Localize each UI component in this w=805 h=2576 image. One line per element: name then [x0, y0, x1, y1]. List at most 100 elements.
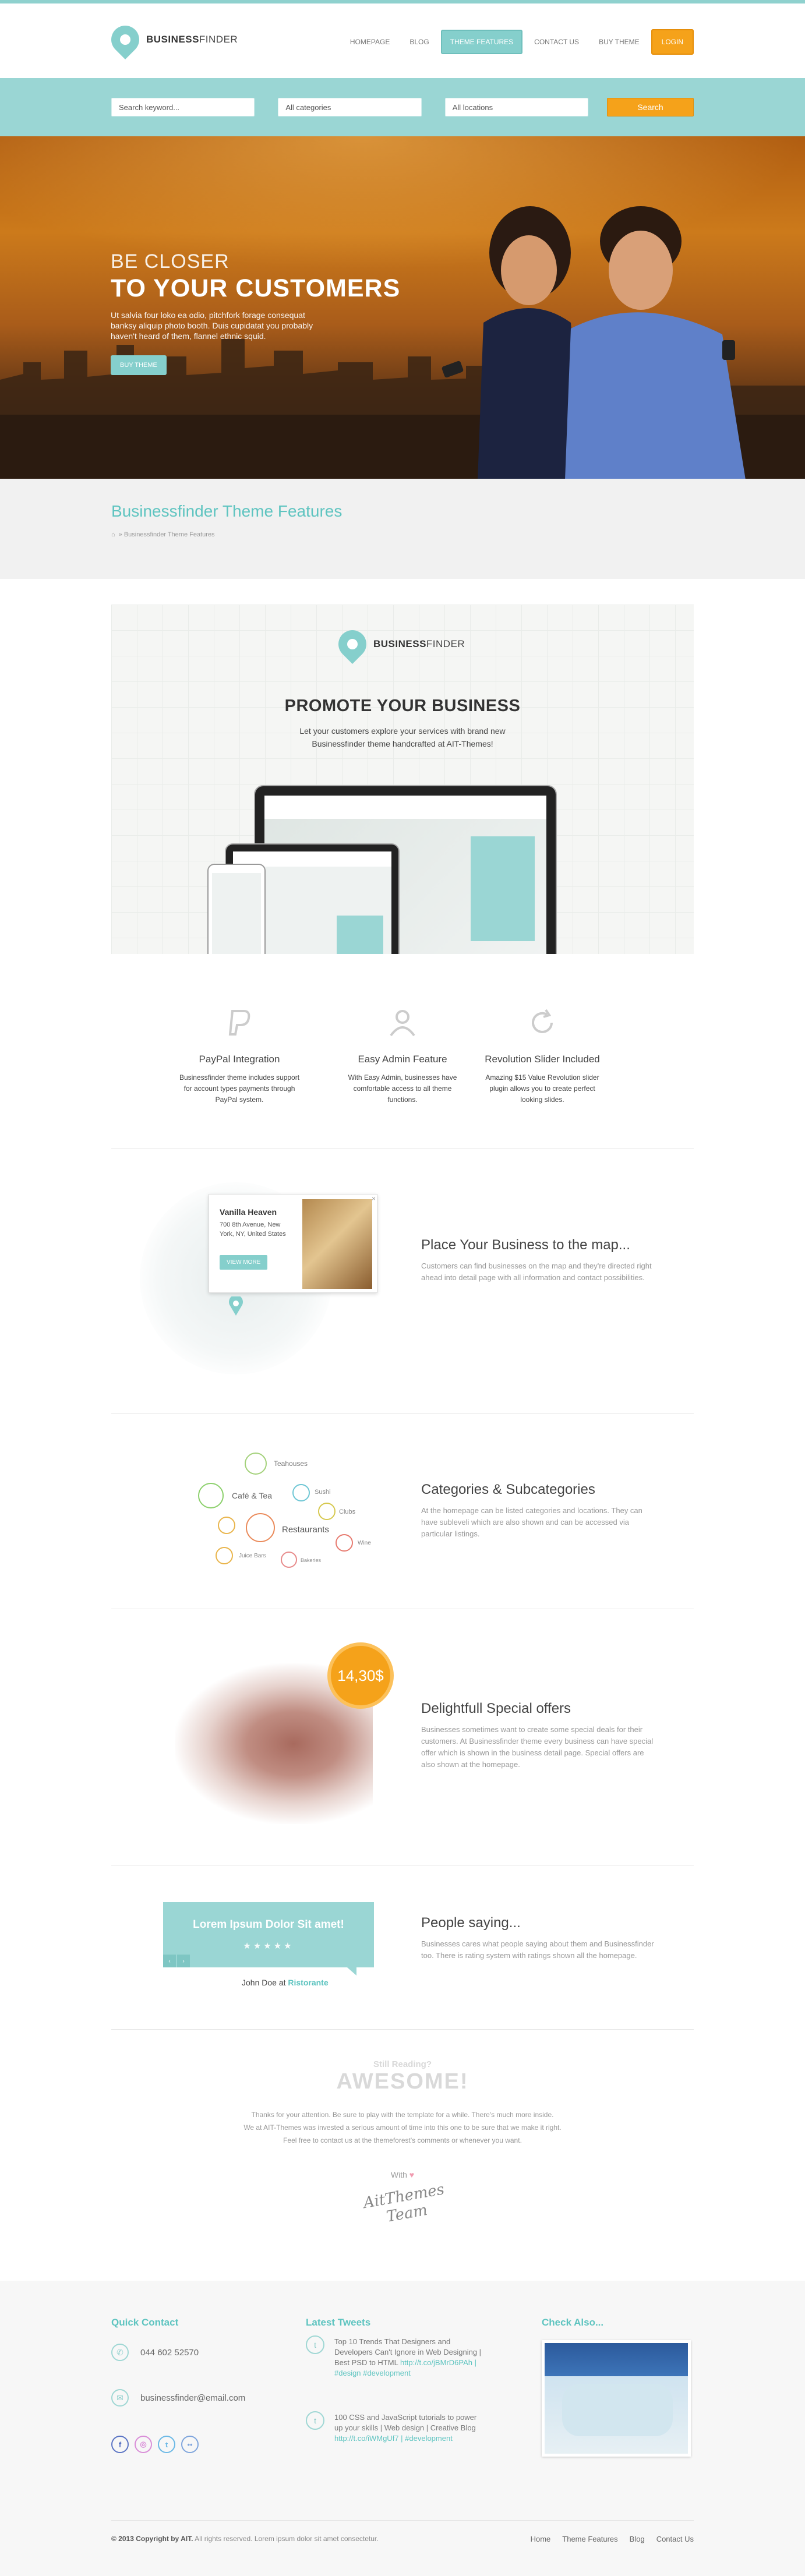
testimonial-quote: Lorem Ipsum Dolor Sit amet! — [193, 1918, 344, 1931]
footer-link-home[interactable]: Home — [531, 2535, 551, 2543]
offers-section: Delightfull Special offers Businesses so… — [421, 1701, 654, 1771]
site-footer: Quick Contact ✆ 044 602 52570 ✉ business… — [0, 2281, 805, 2576]
footer-divider — [111, 2520, 694, 2521]
category-sushi[interactable]: Sushi — [315, 1489, 331, 1496]
teahouse-icon — [245, 1453, 267, 1475]
juice-bar-icon — [216, 1547, 233, 1564]
map-popup: Vanilla Heaven 700 8th Avenue, New York,… — [209, 1194, 377, 1293]
site-logo[interactable]: BUSINESSFINDER — [105, 20, 238, 59]
category-wine[interactable]: Wine — [358, 1540, 371, 1546]
paypal-icon — [228, 1010, 250, 1036]
categories-section-title: Categories & Subcategories — [421, 1482, 595, 1497]
nav-blog[interactable]: BLOG — [401, 31, 437, 53]
tweet-2-link[interactable]: http://t.co/iWMgUf7 — [334, 2434, 399, 2443]
copyright-bold: © 2013 Copyright by AIT. — [111, 2535, 193, 2543]
social-links: f ◎ t •• — [111, 2436, 199, 2453]
main-nav: HOMEPAGE BLOG THEME FEATURES CONTACT US … — [342, 29, 694, 55]
quote-tail — [347, 1967, 356, 1976]
feature-paypal: PayPal Integration Businessfinder theme … — [175, 1006, 303, 1105]
check-also-thumbnail[interactable] — [542, 2340, 691, 2457]
footer-link-blog[interactable]: Blog — [630, 2535, 645, 2543]
category-cafe[interactable]: Café & Tea — [232, 1491, 272, 1500]
nav-buy-theme[interactable]: BUY THEME — [591, 31, 648, 53]
thanks-line: Thanks for your attention. Be sure to pl… — [251, 2111, 554, 2119]
popup-view-more-button[interactable]: VIEW MORE — [220, 1255, 268, 1270]
breadcrumb: ⌂ » Businessfinder Theme Features — [111, 531, 215, 538]
promo-logo: BUSINESSFINDER — [333, 624, 465, 664]
tweet-2-text: 100 CSS and JavaScript tutorials to powe… — [334, 2413, 477, 2432]
tweet-1-link[interactable]: http://t.co/jBMrD6PAh — [400, 2358, 472, 2367]
people-section-title: People saying... — [421, 1915, 521, 1931]
home-icon[interactable]: ⌂ — [111, 531, 115, 538]
signature: AitThemes Team — [362, 2181, 446, 2226]
flickr-icon[interactable]: •• — [181, 2436, 199, 2453]
hero-description: Ut salvia four loko ea odio, pitchfork f… — [111, 310, 313, 341]
author-place-link[interactable]: Ristorante — [288, 1978, 328, 1987]
page-title-band: Businessfinder Theme Features ⌂ » Busine… — [0, 479, 805, 579]
hero-line-1: BE CLOSER — [111, 250, 230, 273]
page-title: Businessfinder Theme Features — [111, 502, 343, 520]
prev-arrow-icon[interactable]: ‹ — [163, 1955, 176, 1967]
category-bakeries[interactable]: Bakeries — [301, 1557, 321, 1563]
footer-nav: Home Theme Features Blog Contact Us — [531, 2535, 694, 2543]
keyword-input[interactable]: Search keyword... — [111, 98, 255, 116]
nav-contact-us[interactable]: CONTACT US — [526, 31, 587, 53]
restaurant-icon — [246, 1513, 275, 1542]
facebook-icon[interactable]: f — [111, 2436, 129, 2453]
bakery-icon — [281, 1552, 297, 1568]
footer-link-contact[interactable]: Contact Us — [656, 2535, 694, 2543]
login-button[interactable]: LOGIN — [651, 29, 694, 55]
check-also-heading: Check Also... — [542, 2317, 604, 2328]
locations-select[interactable]: All locations — [444, 98, 589, 116]
awesome-title: AWESOME! — [336, 2069, 469, 2094]
feature-admin: Easy Admin Feature With Easy Admin, busi… — [338, 1006, 467, 1105]
people-section: People saying... Businesses cares what p… — [421, 1915, 654, 1962]
promo-logo-light: FINDER — [426, 638, 465, 649]
close-icon[interactable]: × — [372, 1195, 376, 1203]
categories-section-text: At the homepage can be listed categories… — [421, 1506, 642, 1538]
footer-link-theme-features[interactable]: Theme Features — [562, 2535, 617, 2543]
tweet-2-tags[interactable]: | #development — [399, 2434, 453, 2443]
divider — [111, 1413, 694, 1414]
map-pin-icon — [105, 20, 145, 59]
sushi-icon — [292, 1484, 310, 1501]
logo-bold: BUSINESS — [146, 34, 199, 45]
promo-banner: BUSINESSFINDER PROMOTE YOUR BUSINESS Let… — [111, 605, 694, 954]
thanks-text: Thanks for your attention. Be sure to pl… — [0, 2108, 805, 2147]
popup-address: 700 8th Avenue, New York, NY, United Sta… — [220, 1221, 286, 1238]
category-juice-bars[interactable]: Juice Bars — [239, 1553, 266, 1559]
still-reading: Still Reading? — [373, 2059, 432, 2069]
feature-paypal-title: PayPal Integration — [199, 1054, 280, 1065]
twitter-icon[interactable]: t — [158, 2436, 175, 2453]
nav-homepage[interactable]: HOMEPAGE — [342, 31, 398, 53]
logo-light: FINDER — [199, 34, 238, 45]
map-pin-icon — [333, 624, 372, 664]
thanks-line: Feel free to contact us at the themefore… — [283, 2136, 522, 2144]
contact-email: ✉ businessfinder@email.com — [111, 2389, 245, 2407]
feature-paypal-text: Businessfinder theme includes support fo… — [179, 1073, 300, 1104]
next-arrow-icon[interactable]: › — [177, 1955, 190, 1967]
food-photo — [302, 1199, 372, 1289]
category-clubs[interactable]: Clubs — [339, 1508, 355, 1515]
category-restaurants[interactable]: Restaurants — [282, 1525, 329, 1535]
twitter-bird-icon: t — [306, 2335, 324, 2354]
site-header: BUSINESSFINDER HOMEPAGE BLOG THEME FEATU… — [0, 3, 805, 78]
offers-section-text: Businesses sometimes want to create some… — [421, 1725, 654, 1769]
promo-title: PROMOTE YOUR BUSINESS — [284, 697, 521, 715]
categories-select[interactable]: All categories — [278, 98, 422, 116]
email-address[interactable]: businessfinder@email.com — [140, 2393, 245, 2403]
search-button[interactable]: Search — [607, 98, 694, 116]
hero-buy-theme-button[interactable]: BUY THEME — [111, 355, 167, 375]
dribbble-icon[interactable]: ◎ — [135, 2436, 152, 2453]
testimonial-box: Lorem Ipsum Dolor Sit amet! ★★★★★ ‹ › — [163, 1902, 374, 1976]
wine-icon — [336, 1534, 353, 1552]
category-teahouses[interactable]: Teahouses — [274, 1460, 308, 1468]
quick-contact-heading: Quick Contact — [111, 2317, 179, 2328]
email-icon: ✉ — [111, 2389, 129, 2407]
breadcrumb-current: » Businessfinder Theme Features — [118, 531, 215, 538]
author-name: John Doe at — [242, 1978, 288, 1987]
nav-theme-features[interactable]: THEME FEATURES — [440, 30, 523, 54]
phone-number: 044 602 52570 — [140, 2347, 199, 2358]
feature-slider-title: Revolution Slider Included — [485, 1054, 600, 1065]
phone-mockup — [207, 864, 266, 954]
